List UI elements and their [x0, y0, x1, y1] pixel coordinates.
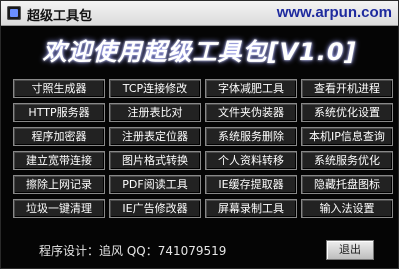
- tool-button-junk-cleaner[interactable]: 垃圾一键清理: [13, 199, 105, 218]
- banner-text: 欢迎使用超级工具包[V1.0]: [42, 37, 357, 66]
- tool-button-photo-generator[interactable]: 寸照生成器: [13, 79, 105, 98]
- tool-button-clear-history[interactable]: 擦除上网记录: [13, 175, 105, 194]
- tool-button-screen-recorder[interactable]: 屏幕录制工具: [205, 199, 297, 218]
- tool-button-image-convert[interactable]: 图片格式转换: [109, 151, 201, 170]
- tool-button-pdf-reader[interactable]: PDF阅读工具: [109, 175, 201, 194]
- author-credit: 程序设计：追风 QQ：741079519: [39, 244, 227, 258]
- title-bar[interactable]: 超级工具包 www.arpun.com: [1, 1, 398, 26]
- tool-button-broadband-connect[interactable]: 建立宽带连接: [13, 151, 105, 170]
- tool-button-registry-compare[interactable]: 注册表比对: [109, 103, 201, 122]
- tool-button-input-method[interactable]: 输入法设置: [301, 199, 393, 218]
- main-window: 超级工具包 www.arpun.com 欢迎使用超级工具包[V1.0] 寸照生成…: [0, 0, 399, 269]
- tool-button-service-optimize[interactable]: 系统服务优化: [301, 151, 393, 170]
- site-watermark: www.arpun.com: [276, 4, 392, 21]
- window-title: 超级工具包: [27, 9, 93, 24]
- welcome-banner: 欢迎使用超级工具包[V1.0]: [1, 27, 398, 71]
- tool-button-registry-locator[interactable]: 注册表定位器: [109, 127, 201, 146]
- tool-button-tcp-connection[interactable]: TCP连接修改: [109, 79, 201, 98]
- exit-button[interactable]: 退出: [326, 240, 374, 260]
- tool-button-grid: 寸照生成器 TCP连接修改 字体减肥工具 查看开机进程 HTTP服务器 注册表比…: [13, 79, 393, 218]
- tool-button-service-delete[interactable]: 系统服务删除: [205, 127, 297, 146]
- tool-button-ie-cache[interactable]: IE缓存提取器: [205, 175, 297, 194]
- tool-button-startup-processes[interactable]: 查看开机进程: [301, 79, 393, 98]
- tool-button-ip-info[interactable]: 本机IP信息查询: [301, 127, 393, 146]
- tool-button-font-slimmer[interactable]: 字体减肥工具: [205, 79, 297, 98]
- footer: 程序设计：追风 QQ：741079519 退出: [1, 233, 398, 268]
- tool-button-program-encryptor[interactable]: 程序加密器: [13, 127, 105, 146]
- tool-button-profile-transfer[interactable]: 个人资料转移: [205, 151, 297, 170]
- tool-button-http-server[interactable]: HTTP服务器: [13, 103, 105, 122]
- tool-button-hide-tray-icon[interactable]: 隐藏托盘图标: [301, 175, 393, 194]
- app-icon: [7, 6, 21, 20]
- tool-button-folder-disguise[interactable]: 文件夹伪装器: [205, 103, 297, 122]
- tool-button-system-optimize[interactable]: 系统优化设置: [301, 103, 393, 122]
- tool-button-ie-ad-modifier[interactable]: IE广告修改器: [109, 199, 201, 218]
